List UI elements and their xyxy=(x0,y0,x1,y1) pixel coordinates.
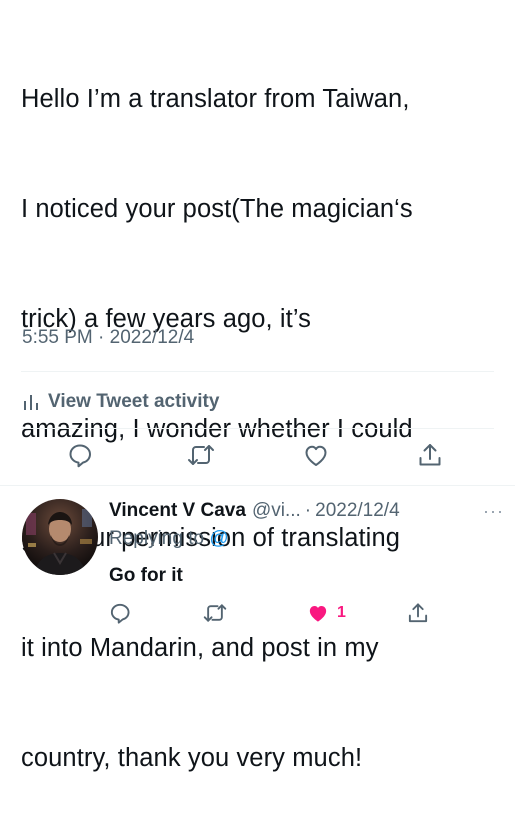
bar-chart-icon xyxy=(24,395,38,410)
share-icon xyxy=(408,603,428,623)
like-count: 1 xyxy=(337,604,346,621)
tweet-text-line: country, thank you very much! xyxy=(21,743,363,772)
avatar[interactable] xyxy=(22,499,98,575)
share-button[interactable] xyxy=(416,438,444,472)
share-button[interactable] xyxy=(406,596,430,630)
reply-display-name[interactable]: Vincent V Cava xyxy=(109,500,246,522)
replying-to: Replying to @ xyxy=(109,528,229,550)
reply-header: Vincent V Cava @vi... · 2022/12/4 ··· xyxy=(109,497,504,525)
share-icon xyxy=(419,444,441,466)
tweet-timestamp[interactable]: 5:55 PM · 2022/12/4 xyxy=(22,327,194,349)
avatar-photo-icon xyxy=(22,499,98,575)
retweet-button[interactable] xyxy=(202,596,228,630)
reply-action-bar: 1 xyxy=(0,596,515,630)
like-button[interactable]: 1 xyxy=(305,596,346,630)
heart-filled-icon xyxy=(309,605,327,622)
reply-date[interactable]: 2022/12/4 xyxy=(315,500,400,522)
divider xyxy=(21,371,494,372)
tweet-action-bar xyxy=(0,438,515,472)
reply-handle[interactable]: @vi... xyxy=(252,500,301,522)
reply-button[interactable] xyxy=(108,596,132,630)
separator-dot: · xyxy=(304,500,312,521)
replying-to-mention[interactable]: @ xyxy=(209,528,228,549)
reply-text: Go for it xyxy=(109,565,183,586)
like-button[interactable] xyxy=(302,438,330,472)
reply-button[interactable] xyxy=(66,438,94,472)
tweet-text-line: Hello I’m a translator from Taiwan, xyxy=(21,85,410,114)
heart-icon xyxy=(305,445,327,466)
more-options-icon[interactable]: ··· xyxy=(483,501,504,522)
reply-icon xyxy=(69,444,91,468)
retweet-icon xyxy=(188,445,214,465)
tweet-text-line: it into Mandarin, and post in my xyxy=(21,634,379,663)
retweet-icon xyxy=(203,604,227,622)
divider xyxy=(0,485,515,486)
replying-to-label: Replying to xyxy=(109,528,205,549)
view-tweet-activity-link[interactable]: View Tweet activity xyxy=(22,388,219,416)
retweet-button[interactable] xyxy=(186,438,216,472)
divider xyxy=(21,428,494,429)
tweet-text-line: I noticed your post(The magician‘s xyxy=(21,194,413,223)
view-tweet-activity-label: View Tweet activity xyxy=(48,391,220,412)
reply-icon xyxy=(110,603,130,624)
